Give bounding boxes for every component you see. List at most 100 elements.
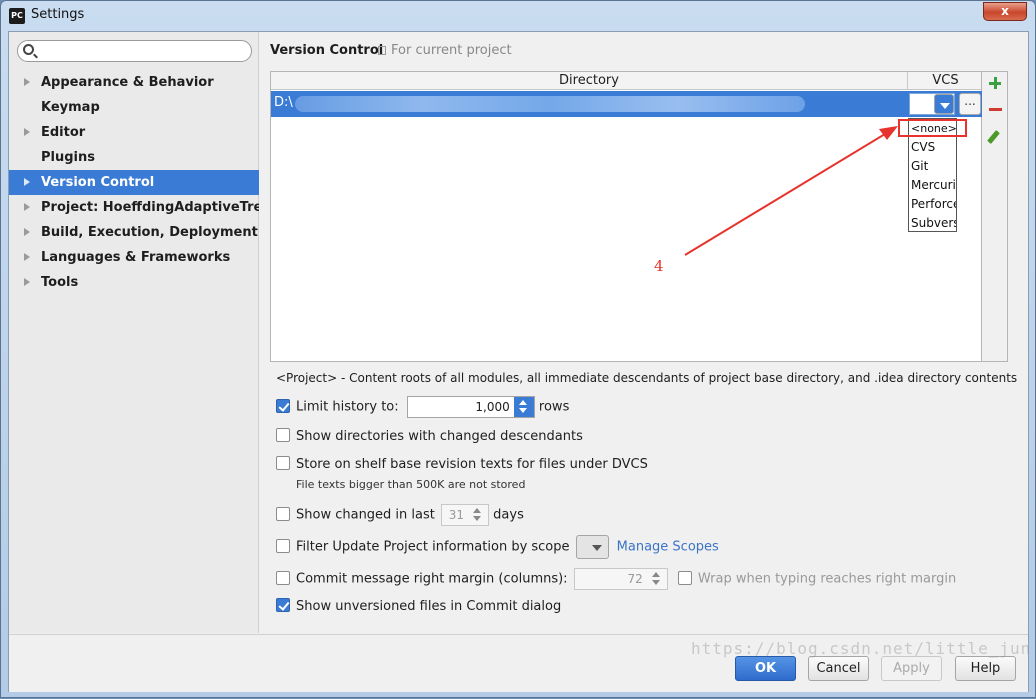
filter-update-label: Filter Update Project information by sco…: [296, 539, 570, 555]
settings-search-input[interactable]: [17, 40, 252, 62]
table-row[interactable]: D:\ ...: [271, 91, 983, 117]
show-unversioned-checkbox[interactable]: [276, 598, 290, 612]
sidebar-item-label: Plugins: [41, 150, 95, 165]
vcs-option-git[interactable]: Git: [909, 157, 956, 176]
expand-arrow-icon[interactable]: [24, 228, 30, 236]
expand-arrow-icon[interactable]: [24, 278, 30, 286]
settings-window: PC Settings x Appearance & Behavior Keyma…: [0, 0, 1036, 698]
dialog-body: Appearance & Behavior Keymap Editor Plugins…: [8, 31, 1029, 692]
show-unversioned-label: Show unversioned files in Commit dialog: [296, 599, 562, 614]
show-dirs-label: Show directories with changed descendant…: [296, 429, 583, 444]
store-shelf-checkbox[interactable]: [276, 456, 290, 470]
manage-scopes-link[interactable]: Manage Scopes: [617, 540, 719, 555]
limit-history-label: Limit history to:: [296, 399, 399, 415]
commit-margin-checkbox[interactable]: [276, 570, 290, 585]
ok-button[interactable]: OK: [735, 656, 796, 681]
filter-update-checkbox[interactable]: [276, 538, 290, 553]
sidebar-item-keymap[interactable]: Keymap: [9, 95, 259, 120]
sidebar-item-editor[interactable]: Editor: [9, 120, 259, 145]
help-button[interactable]: Help: [955, 656, 1016, 681]
table-header: Directory VCS: [271, 72, 981, 90]
annotation-number: 4: [654, 257, 664, 275]
limit-history-suffix: rows: [538, 399, 570, 415]
store-shelf-option[interactable]: Store on shelf base revision texts for f…: [276, 456, 648, 472]
sidebar-item-label: Appearance & Behavior: [41, 75, 214, 90]
show-dirs-option[interactable]: Show directories with changed descendant…: [276, 428, 583, 444]
scope-select[interactable]: [575, 535, 609, 559]
wrap-label: Wrap when typing reaches right margin: [697, 571, 957, 587]
pycharm-app-icon: PC: [9, 8, 25, 24]
scope-note-label: For current project: [391, 43, 512, 58]
chevron-down-icon[interactable]: [934, 94, 954, 114]
remove-mapping-icon[interactable]: [989, 108, 1002, 111]
directory-cell: D:\: [274, 95, 293, 110]
sidebar-item-plugins[interactable]: Plugins: [9, 145, 259, 170]
scope-note: For current project: [378, 43, 512, 58]
copy-icon: [378, 46, 386, 55]
sidebar-item-label: Build, Execution, Deployment: [41, 225, 258, 240]
vcs-mappings-table[interactable]: Directory VCS D:\ ... <none> CVS Git Mer…: [270, 71, 983, 362]
sidebar-item-label: Version Control: [41, 175, 155, 190]
commit-margin-stepper[interactable]: 72: [573, 568, 668, 590]
sidebar-item-project-hoeffdingadaptivetree[interactable]: Project: HoeffdingAdaptiveTree...: [9, 195, 259, 220]
vcs-select[interactable]: [909, 93, 955, 115]
spinner-arrows-icon[interactable]: [513, 397, 534, 417]
expand-arrow-icon[interactable]: [24, 203, 30, 211]
settings-nav-tree: Appearance & Behavior Keymap Editor Plugins…: [9, 70, 259, 295]
expand-arrow-icon[interactable]: [24, 128, 30, 136]
limit-history-stepper[interactable]: 1,000: [406, 396, 535, 418]
show-dirs-checkbox[interactable]: [276, 428, 290, 442]
vcs-option-cvs[interactable]: CVS: [909, 138, 956, 157]
commit-margin-label: Commit message right margin (columns):: [296, 571, 568, 587]
search-icon: [23, 44, 34, 55]
spinner-arrows-icon[interactable]: [468, 505, 488, 525]
spinner-arrows-icon[interactable]: [647, 569, 667, 589]
sidebar-item-label: Languages & Frameworks: [41, 250, 231, 265]
page-title: Version Control: [270, 43, 384, 58]
sidebar-item-build-execution-deployment[interactable]: Build, Execution, Deployment: [9, 220, 259, 245]
sidebar-item-label: Editor: [41, 125, 86, 140]
column-header-vcs[interactable]: VCS: [908, 72, 983, 90]
sidebar-item-languages-frameworks[interactable]: Languages & Frameworks: [9, 245, 259, 270]
title-bar: PC Settings x: [1, 1, 1035, 31]
expand-arrow-icon[interactable]: [24, 178, 30, 186]
watermark: https://blog.csdn.net/little_jun: [691, 639, 1032, 658]
close-window-button[interactable]: x: [983, 2, 1027, 21]
expand-arrow-icon[interactable]: [24, 253, 30, 261]
filter-update-option[interactable]: Filter Update Project information by sco…: [276, 535, 719, 559]
sidebar-item-tools[interactable]: Tools: [9, 270, 259, 295]
commit-margin-value: 72: [627, 572, 643, 586]
apply-button[interactable]: Apply: [881, 656, 942, 681]
vcs-option-mercurial[interactable]: Mercuri: [909, 176, 956, 195]
cancel-button[interactable]: Cancel: [808, 656, 869, 681]
table-toolbar: [982, 71, 1008, 362]
commit-margin-option[interactable]: Commit message right margin (columns): 7…: [276, 568, 956, 590]
show-changed-suffix: days: [493, 507, 524, 523]
limit-history-value: 1,000: [475, 400, 510, 414]
limit-history-checkbox[interactable]: [276, 398, 290, 413]
show-changed-option[interactable]: Show changed in last 31 days: [276, 504, 524, 526]
annotation-highlight-box: [898, 119, 967, 137]
sidebar-item-version-control[interactable]: Version Control: [9, 170, 259, 195]
column-header-directory[interactable]: Directory: [271, 72, 908, 90]
browse-button[interactable]: ...: [959, 93, 981, 115]
window-title: Settings: [31, 7, 85, 22]
vcs-option-perforce[interactable]: Perforce: [909, 195, 956, 214]
store-shelf-hint: File texts bigger than 500K are not stor…: [296, 478, 526, 491]
expand-arrow-icon[interactable]: [24, 78, 30, 86]
show-unversioned-option[interactable]: Show unversioned files in Commit dialog: [276, 598, 561, 614]
settings-sidebar: Appearance & Behavior Keymap Editor Plugins…: [9, 32, 259, 633]
mapping-description: <Project> - Content roots of all modules…: [276, 371, 1018, 385]
store-shelf-label: Store on shelf base revision texts for f…: [296, 457, 648, 472]
add-mapping-icon[interactable]: [988, 76, 1002, 90]
show-changed-checkbox[interactable]: [276, 506, 290, 521]
edit-mapping-icon[interactable]: [987, 130, 1000, 144]
sidebar-item-label: Tools: [41, 275, 79, 290]
vcs-option-subversion[interactable]: Subvers: [909, 214, 956, 231]
show-changed-stepper[interactable]: 31: [441, 504, 490, 526]
show-changed-label: Show changed in last: [296, 507, 435, 523]
sidebar-item-label: Project: HoeffdingAdaptiveTree...: [41, 200, 259, 215]
limit-history-option[interactable]: Limit history to: 1,000 rows: [276, 396, 569, 418]
wrap-checkbox[interactable]: [677, 570, 692, 585]
sidebar-item-appearance-behavior[interactable]: Appearance & Behavior: [9, 70, 259, 95]
